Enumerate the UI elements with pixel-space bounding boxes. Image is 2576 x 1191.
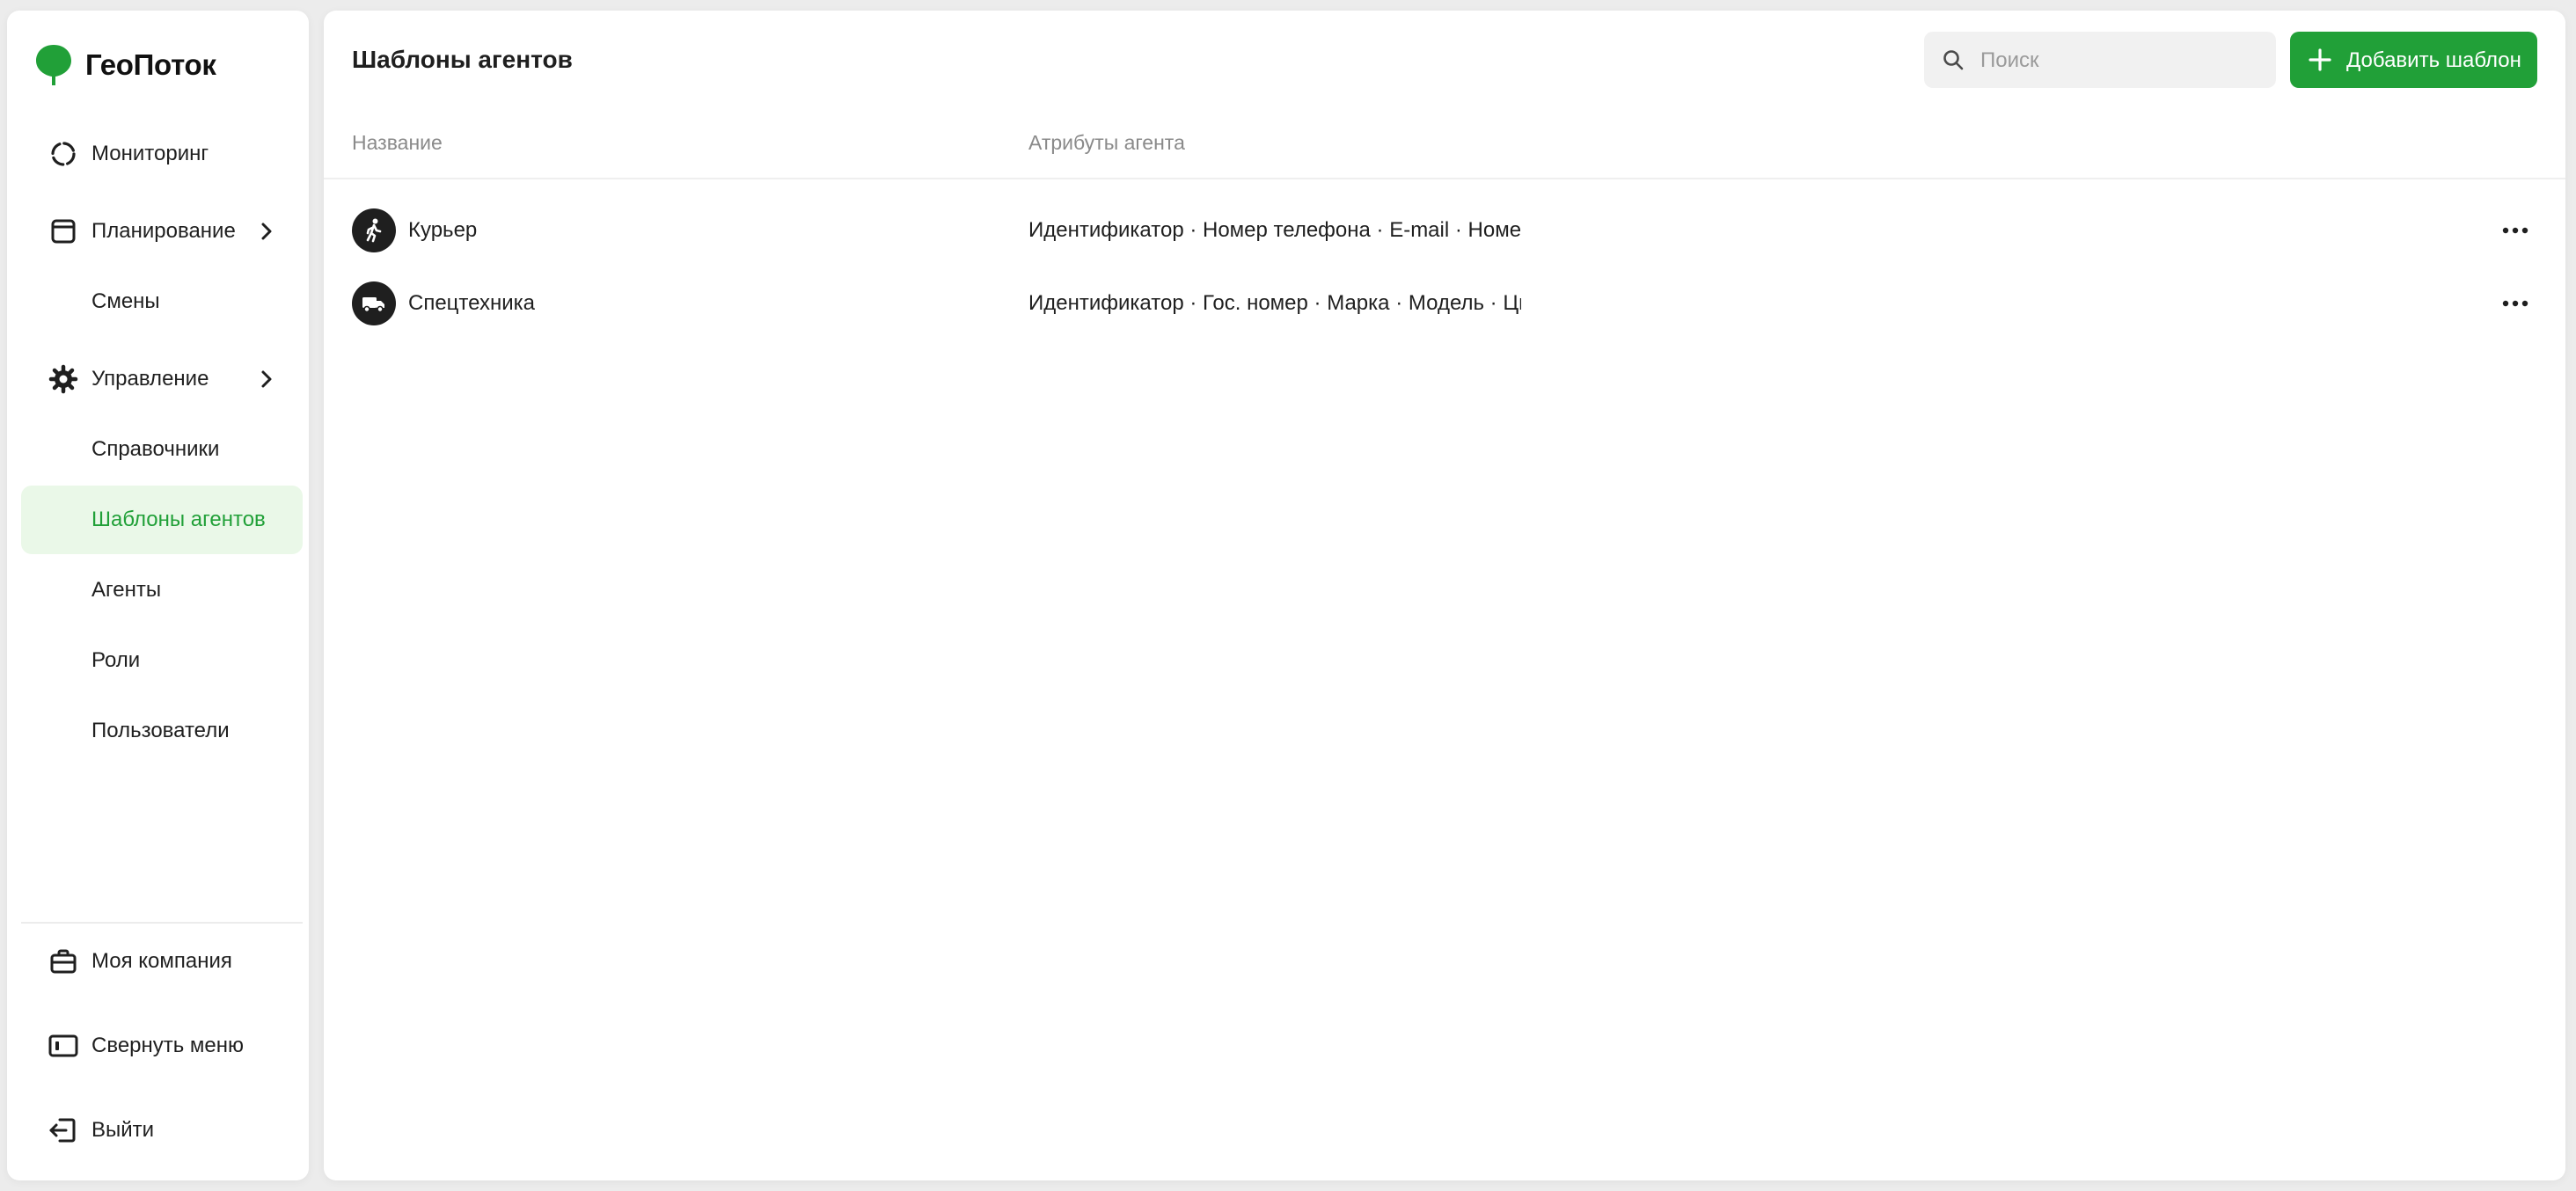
- chevron-right-icon[interactable]: [257, 222, 276, 241]
- sidebar: ГеоПоток Мониторинг Планирование Смены У…: [7, 11, 309, 1180]
- column-header-name[interactable]: Название: [352, 131, 443, 155]
- logout-icon: [48, 1114, 79, 1146]
- page-title: Шаблоны агентов: [352, 46, 573, 73]
- sidebar-item-label: Шаблоны агентов: [91, 508, 266, 531]
- plus-icon: [2309, 48, 2331, 71]
- calendar-icon: [48, 216, 79, 247]
- logout-button[interactable]: Выйти: [21, 1096, 303, 1165]
- chevron-right-icon[interactable]: [257, 369, 276, 389]
- column-header-attributes[interactable]: Атрибуты агента: [1028, 131, 1185, 155]
- main-panel: Шаблоны агентов Добавить шаблон Название…: [324, 11, 2565, 1180]
- table-row[interactable]: Спецтехника Идентификатор · Гос. номер ·…: [324, 272, 2565, 335]
- sidebar-item-agent-templates[interactable]: Шаблоны агентов: [21, 486, 303, 554]
- sidebar-item-agents[interactable]: Агенты: [21, 556, 303, 625]
- sidebar-item-label: Выйти: [91, 1118, 155, 1142]
- table-header-divider: [324, 178, 2565, 179]
- sidebar-divider: [21, 922, 303, 924]
- sidebar-item-label: Управление: [91, 367, 209, 391]
- sidebar-item-label: Справочники: [91, 437, 220, 461]
- sidebar-item-monitoring[interactable]: Мониторинг: [21, 120, 303, 188]
- search-input[interactable]: [1979, 32, 2264, 90]
- sidebar-item-label: Роли: [91, 648, 141, 672]
- monitoring-icon: [48, 138, 79, 170]
- search-icon: [1943, 50, 1964, 70]
- sidebar-item-label: Агенты: [91, 578, 162, 602]
- gear-icon: [48, 363, 79, 395]
- brand-name: ГеоПоток: [85, 48, 216, 81]
- add-template-label: Добавить шаблон: [2346, 48, 2521, 72]
- sidebar-item-label: Моя компания: [91, 949, 232, 973]
- sidebar-item-label: Пользователи: [91, 719, 230, 742]
- truck-icon: [352, 281, 396, 325]
- template-name[interactable]: Спецтехника: [408, 291, 535, 316]
- sidebar-item-planning[interactable]: Планирование: [21, 197, 303, 266]
- sidebar-item-label: Планирование: [91, 219, 236, 243]
- sidebar-item-management[interactable]: Управление: [21, 345, 303, 413]
- walking-person-icon: [352, 208, 396, 252]
- template-attributes: Идентификатор · Гос. номер · Марка · Мод…: [1028, 291, 1521, 315]
- sidebar-item-label: Смены: [91, 289, 160, 313]
- sidebar-item-roles[interactable]: Роли: [21, 626, 303, 695]
- more-options-icon[interactable]: [2500, 291, 2530, 316]
- collapse-menu-button[interactable]: Свернуть меню: [21, 1012, 303, 1080]
- briefcase-icon: [48, 946, 79, 977]
- more-options-icon[interactable]: [2500, 218, 2530, 243]
- sidebar-item-label: Мониторинг: [91, 142, 209, 165]
- template-name[interactable]: Курьер: [408, 218, 477, 243]
- search-box[interactable]: [1924, 32, 2276, 90]
- sidebar-item-directories[interactable]: Справочники: [21, 415, 303, 484]
- table-row[interactable]: Курьер Идентификатор · Номер телефона · …: [324, 199, 2565, 262]
- sidebar-item-users[interactable]: Пользователи: [21, 697, 303, 765]
- brand[interactable]: ГеоПоток: [33, 39, 216, 91]
- logo-icon: [36, 45, 71, 85]
- sidebar-item-shifts[interactable]: Смены: [21, 267, 303, 336]
- sidebar-item-my-company[interactable]: Моя компания: [21, 927, 303, 996]
- sidebar-item-label: Свернуть меню: [91, 1034, 245, 1057]
- add-template-button[interactable]: Добавить шаблон: [2290, 32, 2537, 88]
- template-attributes: Идентификатор · Номер телефона · E-mail …: [1028, 218, 1521, 242]
- collapse-sidebar-icon: [48, 1030, 79, 1062]
